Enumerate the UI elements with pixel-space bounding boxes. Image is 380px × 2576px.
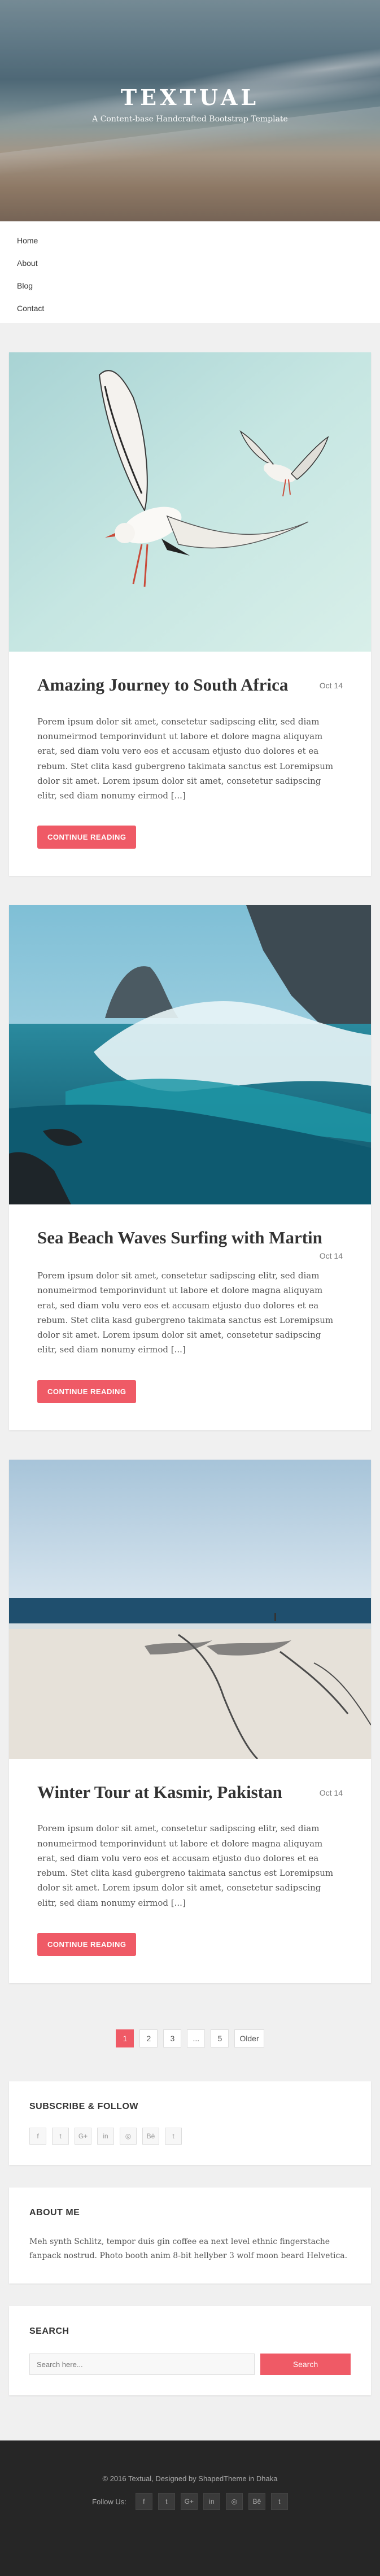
social-links: f t G+ in ◎ Bē t bbox=[29, 2127, 351, 2145]
instagram-icon[interactable]: ◎ bbox=[225, 2493, 243, 2510]
tumblr-icon[interactable]: t bbox=[165, 2127, 182, 2145]
site-tagline: A Content-base Handcrafted Bootstrap Tem… bbox=[92, 115, 288, 124]
behance-icon[interactable]: Bē bbox=[248, 2493, 265, 2510]
post-title[interactable]: Amazing Journey to South Africa bbox=[37, 674, 288, 696]
older-posts-link[interactable]: Older bbox=[234, 2029, 264, 2047]
twitter-icon[interactable]: t bbox=[52, 2127, 69, 2145]
about-text: Meh synth Schlitz, tempor duis gin coffe… bbox=[29, 2237, 348, 2260]
post-image-beach[interactable] bbox=[9, 1459, 371, 1759]
nav-item-contact[interactable]: Contact bbox=[17, 297, 363, 320]
footer-social: Follow Us: f t G+ in ◎ Bē t bbox=[0, 2493, 380, 2510]
search-form: Search bbox=[29, 2354, 351, 2376]
page-link-2[interactable]: 2 bbox=[139, 2029, 158, 2047]
twitter-icon[interactable]: t bbox=[158, 2493, 175, 2510]
nav-item-about[interactable]: About bbox=[17, 252, 363, 274]
nav-item-home[interactable]: Home bbox=[17, 229, 363, 252]
seagulls-illustration bbox=[9, 352, 371, 652]
main-content: Amazing Journey to South Africa Oct 14 P… bbox=[0, 323, 380, 2396]
linkedin-icon[interactable]: in bbox=[203, 2493, 220, 2510]
post-body: Amazing Journey to South Africa Oct 14 P… bbox=[9, 652, 371, 876]
beach-illustration bbox=[9, 1459, 371, 1759]
nav-item-blog[interactable]: Blog bbox=[17, 274, 363, 297]
post-header: Amazing Journey to South Africa Oct 14 bbox=[37, 674, 343, 696]
follow-label: Follow Us: bbox=[92, 2497, 126, 2506]
post-image-waves[interactable] bbox=[9, 905, 371, 1205]
post-date: Oct 14 bbox=[319, 1251, 343, 1260]
post-body: Winter Tour at Kasmir, Pakistan Oct 14 P… bbox=[9, 1759, 371, 1983]
waves-illustration bbox=[9, 905, 371, 1205]
widget-title: ABOUT ME bbox=[29, 2207, 80, 2217]
facebook-icon[interactable]: f bbox=[135, 2493, 152, 2510]
hero-text: TEXTUAL A Content-base Handcrafted Boots… bbox=[0, 85, 380, 124]
site-title[interactable]: TEXTUAL bbox=[0, 85, 380, 110]
post-excerpt: Porem ipsum dolor sit amet, consetetur s… bbox=[37, 716, 334, 801]
search-button[interactable]: Search bbox=[260, 2354, 351, 2376]
behance-icon[interactable]: Bē bbox=[142, 2127, 159, 2145]
google-plus-icon[interactable]: G+ bbox=[75, 2127, 91, 2145]
page-link-1[interactable]: 1 bbox=[116, 2029, 134, 2047]
main-nav: Home About Blog Contact bbox=[0, 221, 380, 323]
post-date: Oct 14 bbox=[319, 681, 343, 690]
pagination: 1 2 3 ... 5 Older bbox=[9, 2012, 371, 2081]
linkedin-icon[interactable]: in bbox=[97, 2127, 114, 2145]
facebook-icon[interactable]: f bbox=[29, 2127, 46, 2145]
widget-title: SEARCH bbox=[29, 2326, 69, 2337]
page-link-5[interactable]: 5 bbox=[211, 2029, 229, 2047]
continue-reading-button[interactable]: CONTINUE READING bbox=[37, 826, 137, 849]
google-plus-icon[interactable]: G+ bbox=[180, 2493, 198, 2510]
post-excerpt: Porem ipsum dolor sit amet, consetetur s… bbox=[37, 1823, 334, 1908]
post-header: Sea Beach Waves Surfing with Martin Oct … bbox=[37, 1227, 343, 1260]
blog-post: Amazing Journey to South Africa Oct 14 P… bbox=[9, 352, 371, 876]
site-footer: © 2016 Textual, Designed by ShapedTheme … bbox=[0, 2440, 380, 2576]
about-widget: ABOUT ME Meh synth Schlitz, tempor duis … bbox=[9, 2187, 371, 2284]
post-body: Sea Beach Waves Surfing with Martin Oct … bbox=[9, 1204, 371, 1430]
blog-post: Sea Beach Waves Surfing with Martin Oct … bbox=[9, 905, 371, 1430]
continue-reading-button[interactable]: CONTINUE READING bbox=[37, 1379, 137, 1403]
widget-title: SUBSCRIBE & FOLLOW bbox=[29, 2101, 138, 2111]
post-excerpt: Porem ipsum dolor sit amet, consetetur s… bbox=[37, 1270, 334, 1355]
instagram-icon[interactable]: ◎ bbox=[120, 2127, 137, 2145]
copyright-text: © 2016 Textual, Designed by ShapedTheme … bbox=[102, 2474, 278, 2483]
post-header: Winter Tour at Kasmir, Pakistan Oct 14 bbox=[37, 1782, 343, 1804]
page-ellipsis: ... bbox=[187, 2029, 206, 2047]
post-title[interactable]: Sea Beach Waves Surfing with Martin bbox=[37, 1227, 322, 1249]
hero-banner: TEXTUAL A Content-base Handcrafted Boots… bbox=[0, 0, 380, 221]
blog-post: Winter Tour at Kasmir, Pakistan Oct 14 P… bbox=[9, 1459, 371, 1983]
continue-reading-button[interactable]: CONTINUE READING bbox=[37, 1932, 137, 1956]
post-image-seagulls[interactable] bbox=[9, 352, 371, 652]
tumblr-icon[interactable]: t bbox=[270, 2493, 288, 2510]
post-date: Oct 14 bbox=[319, 1788, 343, 1797]
post-title[interactable]: Winter Tour at Kasmir, Pakistan bbox=[37, 1782, 282, 1804]
page-link-3[interactable]: 3 bbox=[163, 2029, 182, 2047]
subscribe-widget: SUBSCRIBE & FOLLOW f t G+ in ◎ Bē t bbox=[9, 2081, 371, 2165]
search-widget: SEARCH Search bbox=[9, 2306, 371, 2396]
search-input[interactable] bbox=[29, 2354, 255, 2376]
